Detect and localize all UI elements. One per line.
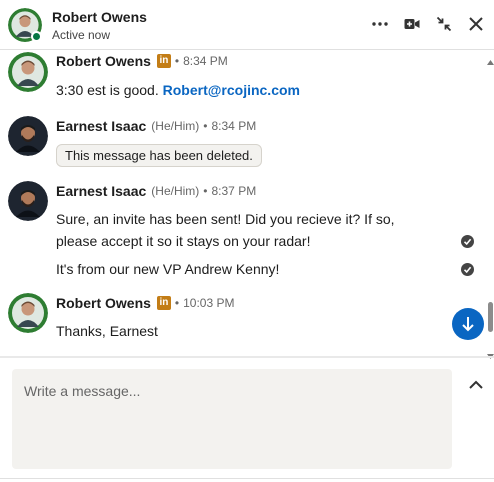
expand-composer-icon[interactable]	[466, 376, 486, 392]
chat-header: Robert Owens Active now	[0, 0, 494, 50]
message-time: 8:37 PM	[211, 184, 257, 198]
scroll-up-arrow-icon[interactable]	[487, 52, 494, 70]
divider	[0, 478, 494, 479]
sender-name[interactable]: Earnest Isaac	[56, 118, 146, 134]
minimize-icon[interactable]	[431, 11, 457, 37]
message-composer	[12, 369, 452, 469]
avatar[interactable]	[8, 293, 48, 333]
message-time: 8:34 PM	[211, 119, 257, 133]
scrollbar-thumb[interactable]	[488, 302, 493, 332]
message-input[interactable]	[12, 369, 452, 469]
message-body: Thanks, Earnest	[56, 323, 158, 339]
contact-name[interactable]: Robert Owens	[52, 9, 147, 25]
message-time: 8:34 PM	[183, 54, 228, 68]
arrow-down-icon	[462, 317, 474, 332]
close-icon[interactable]	[463, 11, 489, 37]
read-receipt-icon	[461, 263, 474, 276]
more-options-icon[interactable]	[367, 11, 393, 37]
read-receipt-icon	[461, 235, 474, 248]
linkedin-premium-icon: in	[156, 296, 171, 310]
message-time: 10:03 PM	[183, 296, 235, 310]
composer-divider	[0, 356, 494, 358]
message-list[interactable]: Robert Owens in • 8:34 PM 3:30 est is go…	[0, 50, 494, 356]
jump-to-latest-button[interactable]	[452, 308, 484, 340]
linkedin-premium-icon: in	[156, 54, 171, 68]
message-body: 3:30 est is good.	[56, 82, 159, 98]
deleted-message-pill: This message has been deleted.	[56, 144, 262, 167]
online-indicator	[31, 31, 42, 42]
active-status: Active now	[52, 28, 111, 42]
message-line: It's from our new VP Andrew Kenny!	[56, 261, 280, 277]
pronouns: (He/Him)	[151, 184, 200, 198]
message-line: Sure, an invite has been sent! Did you r…	[56, 211, 395, 227]
scroll-down-arrow-icon[interactable]	[487, 346, 494, 364]
message-text: 3:30 est is good. Robert@rcojinc.com	[56, 79, 300, 101]
sender-name[interactable]: Earnest Isaac	[56, 183, 146, 199]
sender-name[interactable]: Robert Owens	[56, 295, 151, 311]
sender-name[interactable]: Robert Owens	[56, 53, 151, 69]
video-call-icon[interactable]	[399, 11, 425, 37]
pronouns: (He/Him)	[151, 119, 200, 133]
avatar[interactable]	[8, 181, 48, 221]
message-line: please accept it so it stays on your rad…	[56, 233, 311, 249]
avatar[interactable]	[8, 116, 48, 156]
avatar[interactable]	[8, 52, 48, 92]
email-link[interactable]: Robert@rcojinc.com	[163, 82, 300, 98]
